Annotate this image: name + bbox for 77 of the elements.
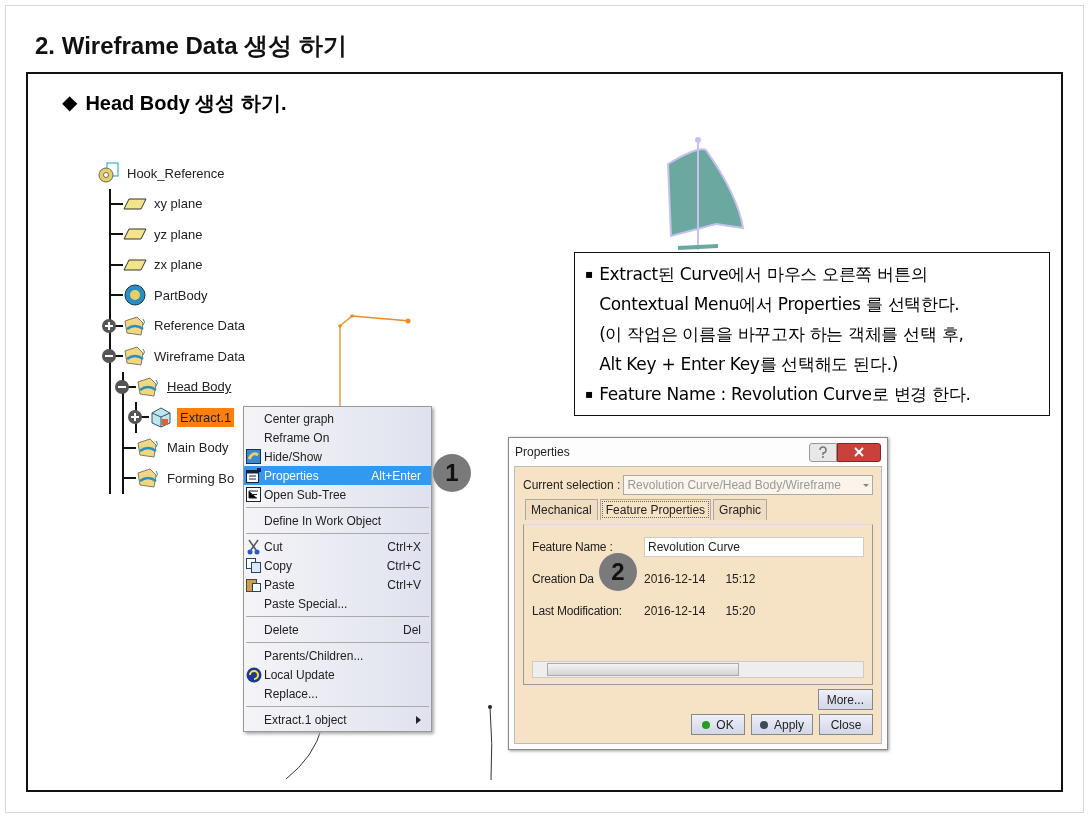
help-button[interactable] <box>809 442 837 462</box>
menu-item[interactable]: Parents/Children... <box>244 646 431 665</box>
tree-item[interactable]: Wireframe Data <box>151 346 249 366</box>
tree-item[interactable]: Main Body <box>164 438 232 458</box>
menu-item[interactable]: Local Update <box>244 665 431 684</box>
part-icon <box>98 162 120 185</box>
note-text: Feature Name : Revolution Curve로 변경 한다. <box>599 383 971 406</box>
section-heading: Head Body 생성 하기. <box>85 91 287 116</box>
menu-item[interactable]: Open Sub-Tree <box>244 485 431 504</box>
time-text: 15:12 <box>725 572 756 586</box>
tree-item[interactable]: Reference Data <box>151 316 249 336</box>
dialog-title: Properties <box>515 445 570 459</box>
dialog-button[interactable]: Close <box>819 714 873 735</box>
menu-item[interactable]: Replace... <box>244 684 431 703</box>
sub-tree-icon <box>246 487 261 502</box>
menu-item[interactable]: Hide/Show <box>244 447 431 466</box>
note-text: Extract된 Curve에서 마우스 오른쪽 버튼의 Contextual Menu에서 Properties 를 선택한다. (이 작업은 이름을 바꾸고자 하는 객체를 선택 후, Alt Key + Enter Key를 선택해도 된다.) <box>599 263 964 376</box>
menu-item[interactable]: Delete Del <box>244 620 431 639</box>
expand-toggle[interactable] <box>102 318 116 333</box>
geometrical-set-icon <box>136 375 160 398</box>
tree-item[interactable]: Head Body <box>164 377 235 397</box>
geometrical-set-icon <box>123 345 147 368</box>
close-button[interactable] <box>837 442 881 462</box>
bullet-marker: ▪ <box>585 266 594 283</box>
copy-icon <box>246 558 261 573</box>
plane-icon <box>123 257 147 272</box>
tab[interactable]: Mechanical <box>525 499 598 520</box>
expand-toggle[interactable] <box>128 410 142 424</box>
plane-icon <box>123 227 147 242</box>
feature-name-field[interactable]: Revolution Curve <box>644 537 864 557</box>
collapse-toggle[interactable] <box>115 379 129 394</box>
geometrical-set-icon <box>123 314 147 337</box>
plane-icon <box>123 196 147 211</box>
close-icon <box>854 447 864 457</box>
scissors-icon <box>246 538 261 555</box>
tree-item[interactable]: Extract.1 <box>177 407 235 427</box>
menu-item[interactable]: Cut Ctrl+X <box>244 537 431 556</box>
hide-show-icon <box>246 449 261 464</box>
tab[interactable]: Graphic <box>713 499 768 520</box>
menu-item[interactable]: Paste Special... <box>244 594 431 613</box>
dialog-button[interactable]: OK <box>690 714 745 735</box>
time-text: 15:20 <box>725 604 756 618</box>
bullet-marker: ▪ <box>585 386 594 403</box>
field-label: Creation Da <box>532 572 595 586</box>
cube-icon <box>149 406 173 429</box>
selection-label: Current selection : <box>523 478 621 492</box>
collapse-toggle[interactable] <box>102 349 116 363</box>
geometrical-set-icon <box>136 467 160 490</box>
properties-icon <box>246 468 261 483</box>
tree-item[interactable]: zx plane <box>151 255 206 275</box>
field-label: Feature Name : <box>532 540 614 554</box>
date-text: 2016-12-14 <box>644 572 706 586</box>
help-icon <box>818 446 828 458</box>
field-label: Last Modification: <box>532 604 623 618</box>
tree-item[interactable]: Forming Bo <box>164 468 238 488</box>
geometrical-set-icon <box>136 436 160 459</box>
menu-item[interactable]: Extract.1 object <box>244 710 431 729</box>
menu-item[interactable]: Copy Ctrl+C <box>244 556 431 575</box>
update-icon <box>246 666 262 683</box>
body-icon <box>123 284 147 307</box>
tab[interactable]: Feature Properties <box>599 499 712 520</box>
more-button[interactable]: More... <box>817 689 873 710</box>
step-badge: 1 <box>433 454 471 492</box>
tree-item[interactable]: xy plane <box>151 194 206 214</box>
menu-item[interactable]: Reframe On <box>244 428 431 447</box>
tree-item[interactable]: Hook_Reference <box>124 163 228 183</box>
bullet-marker: ◆ <box>62 90 78 115</box>
menu-item[interactable]: Center graph <box>244 409 431 428</box>
dialog-button[interactable]: Apply <box>750 714 813 735</box>
slide-title: 2. Wireframe Data 생성 하기 <box>34 31 348 61</box>
menu-item[interactable]: Define In Work Object <box>244 511 431 530</box>
date-text: 2016-12-14 <box>644 604 706 618</box>
tree-item[interactable]: PartBody <box>151 285 211 305</box>
tree-item[interactable]: yz plane <box>151 224 206 244</box>
horizontal-scrollbar[interactable] <box>532 661 864 678</box>
menu-item[interactable]: Paste Ctrl+V <box>244 575 431 594</box>
paste-icon <box>246 577 261 592</box>
